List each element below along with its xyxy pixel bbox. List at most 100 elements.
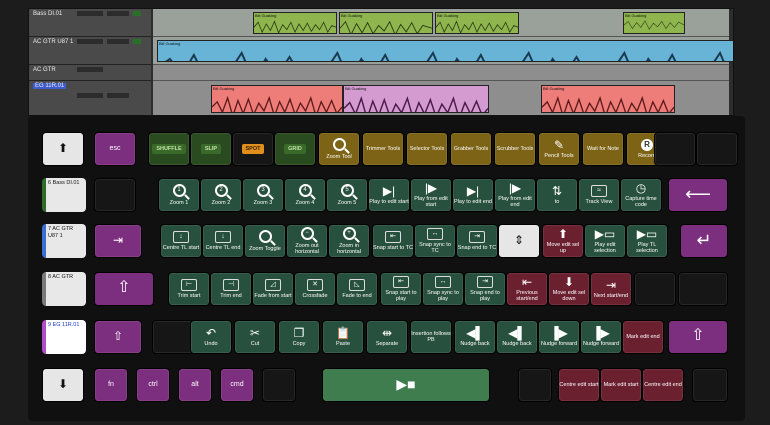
key-shift-right[interactable]: ⇧ [668, 320, 728, 354]
key-snap-end-to-tc[interactable]: ⇥ Snap end to TC [456, 224, 498, 258]
key-zoom-toggle[interactable]: Zoom Toggle [244, 224, 286, 258]
track-record-button[interactable] [133, 11, 141, 16]
key-to[interactable]: ⇅ to [536, 178, 578, 212]
audio-clip[interactable]: Bill Guaking [253, 12, 337, 34]
key-esc[interactable]: esc [94, 132, 136, 166]
key-cmd[interactable]: cmd [220, 368, 254, 402]
key-blank[interactable] [518, 368, 552, 402]
key-play-from-edit-end[interactable]: |▶ Play from edit end [494, 178, 536, 212]
key-centre-tl-start[interactable]: ↓ Centre TL start [160, 224, 202, 258]
key-blank[interactable] [634, 272, 676, 306]
key-play-to-edit-start[interactable]: ▶| Play to edit start [368, 178, 410, 212]
key-blank[interactable] [654, 132, 696, 166]
audio-clip[interactable]: Bill Guaking [343, 85, 489, 113]
key-caps[interactable]: ⇧ [94, 272, 154, 306]
key-nudge-back-1[interactable]: ◀▌ Nudge back [454, 320, 496, 354]
key-shift-left[interactable]: ⇧ [94, 320, 142, 354]
key-separate[interactable]: ⇹ Separate [366, 320, 408, 354]
key-centre-edit-end[interactable]: Centre edit end [642, 368, 684, 402]
key-blank[interactable] [94, 178, 136, 212]
audio-clip[interactable]: Bill Guaking [157, 40, 733, 62]
key-insertion-follows-pb[interactable]: Insertion follows PB [410, 320, 452, 354]
track-key-bass[interactable]: 6 Bass DI.01 [42, 178, 86, 212]
key-zoom-3[interactable]: 3 Zoom 3 [242, 178, 284, 212]
key-fade-from-start[interactable]: ◿ Fade from start [252, 272, 294, 306]
key-up[interactable]: ⬆ [42, 132, 84, 166]
key-play-edit-selection[interactable]: ▶▭ Play edit selection [584, 224, 626, 258]
key-zoom-1[interactable]: 1 Zoom 1 [158, 178, 200, 212]
key-nudge-back-2[interactable]: ◀▌ Nudge back [496, 320, 538, 354]
key-blank[interactable] [152, 320, 194, 354]
key-snap-sync-to-tc[interactable]: ↔ Snap sync to TC [414, 224, 456, 258]
key-fn[interactable]: fn [94, 368, 128, 402]
key-play-to-edit-end[interactable]: ▶| Play to edit end [452, 178, 494, 212]
key-mark-edit-start[interactable]: Mark edit start [600, 368, 642, 402]
key-mark-edit-end[interactable]: Mark edit end [622, 320, 664, 354]
key-nudge-forward-2[interactable]: ▐▶ Nudge forward [580, 320, 622, 354]
track-record-button[interactable] [133, 39, 141, 44]
key-trim-start[interactable]: ⊢ Trim start [168, 272, 210, 306]
audio-clip[interactable]: Bill Guaking [541, 85, 675, 113]
lane-eg[interactable]: Bill Guaking Bill Guaking Bill Guaking [153, 81, 729, 115]
key-snap-sync-to-play[interactable]: ↔ Snap sync to play [422, 272, 464, 306]
key-snap-start-to-play[interactable]: ⇤ Snap start to play [380, 272, 422, 306]
key-blank[interactable] [696, 132, 738, 166]
track-key-eg[interactable]: 9 EG 11R.01 [42, 320, 86, 354]
track-header-eg[interactable]: EG 11R.01 [29, 81, 151, 115]
key-ctrl[interactable]: ctrl [136, 368, 170, 402]
key-zoom-in-horizontal[interactable]: + Zoom in horizontal [328, 224, 370, 258]
key-blank[interactable] [678, 272, 728, 306]
key-spot[interactable]: SPOT [232, 132, 274, 166]
key-down[interactable]: ⬇ [42, 368, 84, 402]
key-tab[interactable]: ⇥ [94, 224, 142, 258]
audio-clip[interactable]: Bill Guaking [623, 12, 685, 34]
key-nudge-forward-1[interactable]: ▐▶ Nudge forward [538, 320, 580, 354]
track-header-acgtr-u87[interactable]: AC GTR U87 1 [29, 37, 151, 65]
key-snap-end-to-play[interactable]: ⇥ Snap end to play [464, 272, 506, 306]
key-alt[interactable]: alt [178, 368, 212, 402]
track-key-acgtr[interactable]: 8 AC GTR [42, 272, 86, 306]
key-slip[interactable]: SLIP [190, 132, 232, 166]
key-play-tl-selection[interactable]: ▶▭ Play TL selection [626, 224, 668, 258]
key-zoom-out-horizontal[interactable]: − Zoom out horizontal [286, 224, 328, 258]
key-undo[interactable]: ↶ Undo [190, 320, 232, 354]
key-fade-to-end[interactable]: ◺ Fade to end [336, 272, 378, 306]
key-cut[interactable]: ✂ Cut [234, 320, 276, 354]
key-trimmer-tools[interactable]: Trimmer Tools [362, 132, 404, 166]
key-zoom-2[interactable]: 2 Zoom 2 [200, 178, 242, 212]
track-header-bass[interactable]: Bass DI.01 [29, 9, 151, 37]
key-zoom-4[interactable]: 4 Zoom 4 [284, 178, 326, 212]
audio-clip[interactable]: Bill Guaking [211, 85, 343, 113]
key-zoom-tool[interactable]: Zoom Tool [318, 132, 360, 166]
key-backspace[interactable]: ⟵ [668, 178, 728, 212]
key-play-from-edit-start[interactable]: |▶ Play from edit start [410, 178, 452, 212]
key-blank[interactable] [262, 368, 296, 402]
key-wait-for-note[interactable]: Wait for Note [582, 132, 624, 166]
audio-clip[interactable]: Bill Guaking [435, 12, 519, 34]
key-move-edit-sel-down[interactable]: ⬇ Move edit sel down [548, 272, 590, 306]
key-zoom-5[interactable]: 5 Zoom 5 [326, 178, 368, 212]
track-key-acgtr-u87[interactable]: 7 AC GTR U87 1 [42, 224, 86, 258]
key-centre-tl-end[interactable]: ↓ Centre TL end [202, 224, 244, 258]
key-paste[interactable]: 📋 Paste [322, 320, 364, 354]
key-pencil-tools[interactable]: ✎ Pencil Tools [538, 132, 580, 166]
lane-acgtr-u87[interactable]: Bill Guaking [153, 37, 733, 65]
key-snap-start-to-tc[interactable]: ⇤ Snap start to TC [372, 224, 414, 258]
key-grid[interactable]: GRID [274, 132, 316, 166]
key-grabber-tools[interactable]: Grabber Tools [450, 132, 492, 166]
key-selector-tools[interactable]: Selector Tools [406, 132, 448, 166]
audio-clip[interactable]: Bill Guaking [339, 12, 433, 34]
key-track-view[interactable]: ≈ Track View [578, 178, 620, 212]
key-blank[interactable] [692, 368, 728, 402]
key-copy[interactable]: ❐ Copy [278, 320, 320, 354]
lane-bass[interactable]: Bill Guaking Bill Guaking Bill Guaking B… [153, 9, 729, 37]
key-capture-time-code[interactable]: ◷ Capture time code [620, 178, 662, 212]
key-spacebar-play-stop[interactable]: ▶■ [322, 368, 490, 402]
key-centre-edit-start[interactable]: Centre edit start [558, 368, 600, 402]
key-shuffle[interactable]: SHUFFLE [148, 132, 190, 166]
key-next-start-end[interactable]: ⇥ Next start/end [590, 272, 632, 306]
lane-acgtr[interactable] [153, 65, 729, 81]
key-previous-start-end[interactable]: ⇤ Previous start/end [506, 272, 548, 306]
key-crossfade[interactable]: ✕ Crossfade [294, 272, 336, 306]
key-return[interactable]: ↵ [680, 224, 728, 258]
